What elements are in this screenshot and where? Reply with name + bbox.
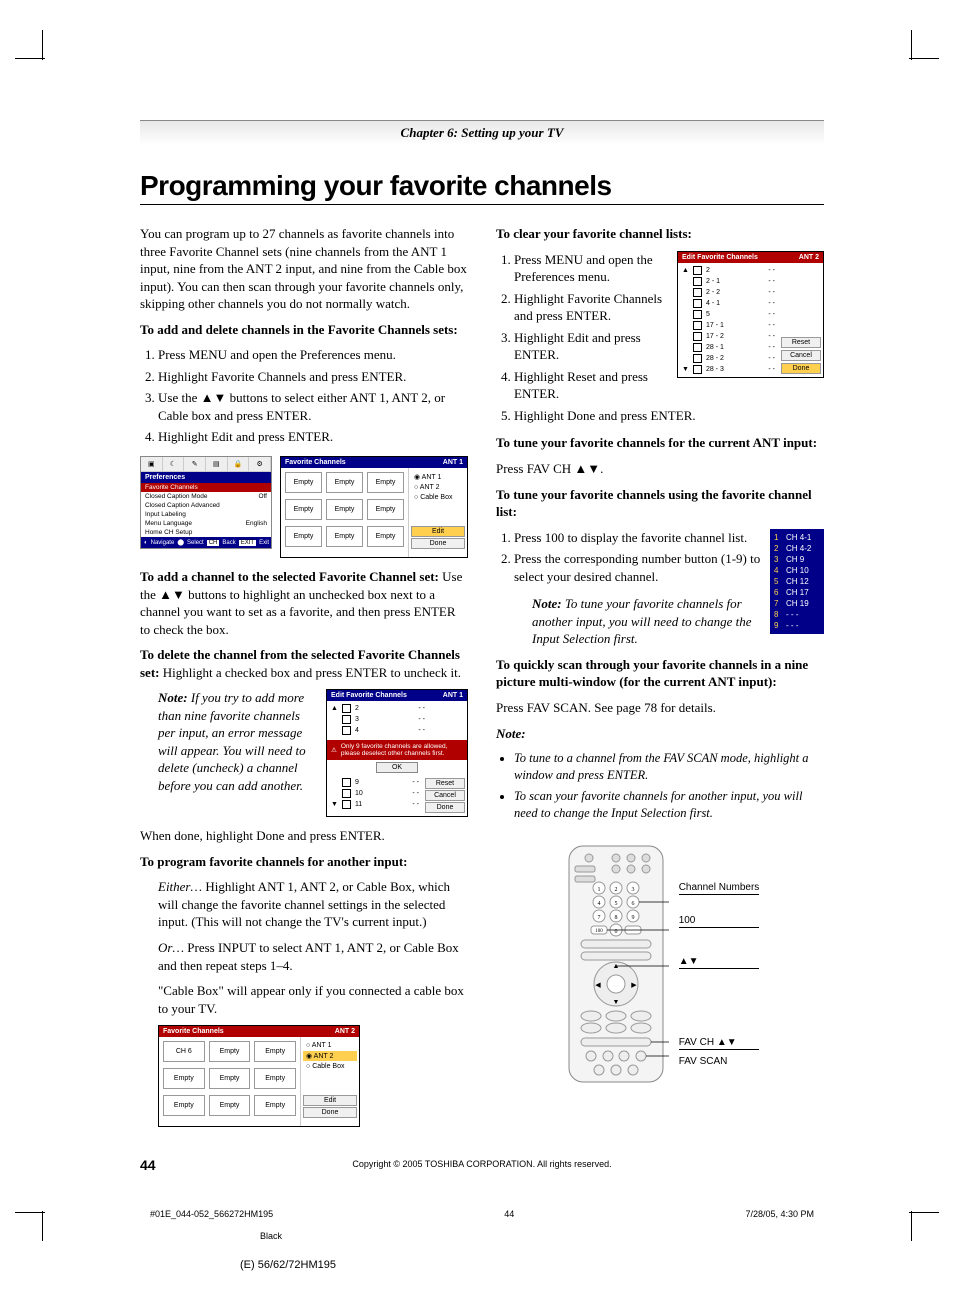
para-or: Or… Press INPUT to select ANT 1, ANT 2, …	[158, 939, 468, 974]
foot-date: 7/28/05, 4:30 PM	[745, 1209, 814, 1219]
para-done: When done, highlight Done and press ENTE…	[140, 827, 468, 845]
para-favch: Press FAV CH ▲▼.	[496, 460, 824, 478]
heading-clear: To clear your favorite channel lists:	[496, 225, 824, 243]
heading-tune-current: To tune your favorite channels for the c…	[496, 434, 824, 452]
svg-text:6: 6	[631, 901, 634, 907]
svg-text:3: 3	[631, 887, 634, 893]
pref-item: Closed Caption ModeOff	[141, 492, 271, 501]
svg-text:2: 2	[614, 887, 617, 893]
svg-text:7: 7	[597, 915, 600, 921]
label-100: 100	[679, 915, 760, 928]
heading-scan: To quickly scan through your favorite ch…	[496, 656, 824, 691]
para-either: Either… Highlight ANT 1, ANT 2, or Cable…	[158, 878, 468, 931]
osd-edit-favorite-ant1: Edit Favorite ChannelsANT 1 ▲2- - 3- - 4…	[326, 689, 468, 817]
osd-edit-favorite-ant2: Edit Favorite ChannelsANT 2 ▲2- - 2 - 1-…	[677, 251, 824, 378]
remote-svg: 1 2 3 4 5 6 7 8 9 100 0	[561, 832, 671, 1096]
osd-preferences: ▣ ☾ ✎ ▤ 🔒 ⚙ Preferences Favorite Channel…	[140, 456, 272, 549]
ok-button: OK	[376, 762, 418, 773]
footer-line: #01E_044-052_566272HM195 44 7/28/05, 4:3…	[140, 1209, 824, 1219]
step: Highlight Done and press ENTER.	[514, 407, 824, 425]
svg-text:100: 100	[595, 929, 603, 934]
bullet: To scan your favorite channels for anoth…	[514, 788, 824, 822]
svg-text:◀: ◀	[595, 981, 601, 989]
label-updown: ▲▼	[679, 956, 760, 969]
para-add-channel: To add a channel to the selected Favorit…	[140, 568, 468, 638]
step-3: Use the ▲▼ buttons to select either ANT …	[158, 389, 468, 424]
svg-text:5: 5	[614, 901, 617, 907]
heading-add-delete: To add and delete channels in the Favori…	[140, 321, 468, 339]
steps-add-delete: Press MENU and open the Preferences menu…	[140, 346, 468, 446]
tab-icon: ▣	[141, 457, 163, 471]
right-column: To clear your favorite channel lists: Ed…	[496, 225, 824, 1127]
label-favscan: FAV SCAN	[679, 1056, 760, 1068]
osd-favorite-list: 1CH 4-1 2CH 4-2 3CH 9 4CH 10 5CH 12 6CH …	[770, 529, 824, 634]
pref-item: Input Labeling	[141, 510, 271, 519]
chapter-header: Chapter 6: Setting up your TV	[140, 120, 824, 145]
page-number: 44	[140, 1157, 156, 1173]
pref-footer: ◐Navigate ⬤Select CHBack EXITExit	[141, 537, 271, 548]
warning-icon: ⚠	[331, 746, 337, 754]
step-2: Highlight Favorite Channels and press EN…	[158, 368, 468, 386]
tab-icon: 🔒	[228, 457, 250, 471]
osd-favorite-channels-ant2: Favorite ChannelsANT 2 CH 6EmptyEmpty Em…	[158, 1025, 360, 1127]
remote-illustration: 1 2 3 4 5 6 7 8 9 100 0	[496, 832, 824, 1096]
pref-item: Closed Caption Advanced	[141, 501, 271, 510]
heading-tune-list: To tune your favorite channels using the…	[496, 486, 824, 521]
para-cable-note: "Cable Box" will appear only if you conn…	[158, 982, 468, 1017]
para-scan: Press FAV SCAN. See page 78 for details.	[496, 699, 824, 717]
tab-icon: ⚙	[249, 457, 271, 471]
label-favch: FAV CH ▲▼	[679, 1037, 760, 1050]
copyright: Copyright © 2005 TOSHIBA CORPORATION. Al…	[140, 1159, 824, 1169]
note-bullets: To tune to a channel from the FAV SCAN m…	[514, 750, 824, 822]
up-down-icon: ▲▼	[201, 390, 227, 405]
label-channel-numbers: Channel Numbers	[679, 882, 760, 895]
note-header: Note:	[496, 725, 824, 743]
pref-favorite-channels: Favorite Channels	[141, 483, 271, 492]
heading-another-input: To program favorite channels for another…	[140, 853, 468, 871]
step-4: Highlight Edit and press ENTER.	[158, 428, 468, 446]
svg-text:▼: ▼	[612, 998, 619, 1006]
up-down-icon: ▲▼	[159, 587, 185, 602]
svg-text:9: 9	[631, 915, 634, 921]
pref-item: Home CH Setup	[141, 528, 271, 537]
tab-icon: ☾	[163, 457, 185, 471]
up-down-icon: ▲▼	[574, 461, 600, 476]
intro-text: You can program up to 27 channels as fav…	[140, 225, 468, 313]
pref-header: Preferences	[141, 472, 271, 483]
svg-text:▶: ▶	[631, 981, 637, 989]
foot-file: #01E_044-052_566272HM195	[150, 1209, 273, 1219]
remote-labels: Channel Numbers 100 ▲▼ FAV CH ▲▼ FAV SCA…	[679, 832, 760, 1096]
para-delete-channel: To delete the channel from the selected …	[140, 646, 468, 681]
svg-text:1: 1	[597, 887, 600, 893]
left-column: You can program up to 27 channels as fav…	[140, 225, 468, 1127]
svg-text:8: 8	[614, 915, 617, 921]
osd-favorite-channels-ant1: Favorite ChannelsANT 1 EmptyEmptyEmpty E…	[280, 456, 468, 558]
page-title: Programming your favorite channels	[140, 170, 824, 202]
tab-icon: ✎	[184, 457, 206, 471]
foot-black: Black	[260, 1231, 824, 1241]
title-rule	[140, 204, 824, 205]
svg-text:4: 4	[597, 901, 600, 907]
note-max-channels: Note: If you try to add more than nine f…	[158, 689, 318, 794]
bullet: To tune to a channel from the FAV SCAN m…	[514, 750, 824, 784]
foot-page: 44	[504, 1209, 514, 1219]
step-1: Press MENU and open the Preferences menu…	[158, 346, 468, 364]
model-number: (E) 56/62/72HM195	[240, 1259, 824, 1271]
tab-icon: ▤	[206, 457, 228, 471]
pref-item: Menu LanguageEnglish	[141, 519, 271, 528]
